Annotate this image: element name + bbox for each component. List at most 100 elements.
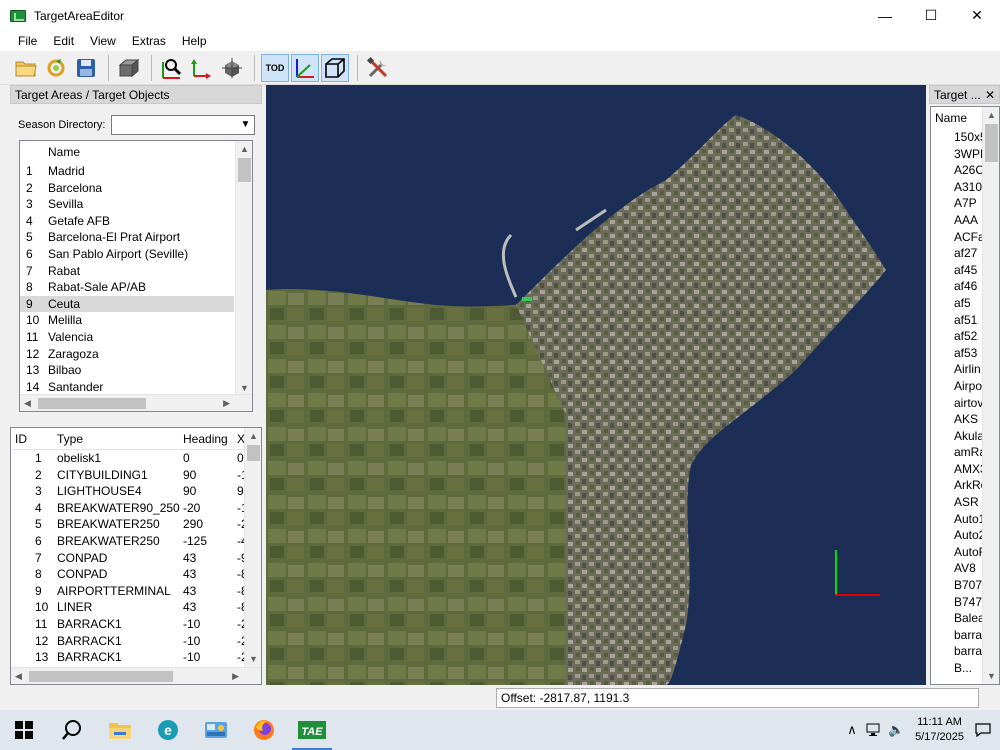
firefox-button[interactable] [240, 710, 288, 750]
area-list-item[interactable]: 12 Zaragoza [20, 346, 234, 363]
areas-rows: 1 Madrid 2 Barcelona 3 Sevilla 4 Getafe AFB 5 Bar… [20, 163, 252, 395]
menu-edit[interactable]: Edit [45, 31, 82, 51]
time-of-day-button[interactable]: TOD [261, 53, 289, 82]
catalog-list[interactable]: Name 150x5 3WPE A26C A310 A7P AAA ACFa af27 af45… [930, 106, 1000, 685]
open-folder-button[interactable] [12, 54, 40, 82]
area-list-item[interactable]: 1 Madrid [20, 163, 234, 180]
wireframe-box-button[interactable] [321, 53, 349, 82]
area-list-item[interactable]: 11 Valencia [20, 329, 234, 346]
object-table-row[interactable]: 11 BARRACK1 -10 -2 [11, 616, 261, 633]
scroll-down-icon[interactable]: ▼ [987, 671, 996, 681]
scrollbar-thumb[interactable] [247, 445, 260, 461]
close-button[interactable]: ✕ [954, 0, 1000, 31]
search-button[interactable] [48, 710, 96, 750]
object-box-button[interactable] [115, 54, 143, 82]
area-list-item[interactable]: 7 Rabat [20, 263, 234, 280]
heading-column-header[interactable]: Heading [183, 428, 237, 449]
chevron-down-icon[interactable]: ▼ [241, 119, 251, 130]
type-column-header[interactable]: Type [57, 428, 183, 449]
edge-browser-button[interactable]: e [144, 710, 192, 750]
objects-vertical-scrollbar[interactable]: ▲ ▼ [244, 428, 261, 667]
axes-arrows-button[interactable] [188, 54, 216, 82]
object-table-row[interactable]: 4 BREAKWATER90_250 -20 -1 [11, 500, 261, 517]
objects-horizontal-scrollbar[interactable]: ◀ ▶ [11, 667, 261, 684]
scroll-down-icon[interactable]: ▼ [249, 654, 258, 664]
catalog-vertical-scrollbar[interactable]: ▲ ▼ [982, 107, 999, 684]
scroll-up-icon[interactable]: ▲ [987, 110, 996, 120]
object-table-row[interactable]: 9 AIRPORTTERMINAL 43 -8 [11, 583, 261, 600]
menu-view[interactable]: View [82, 31, 124, 51]
tools-button[interactable] [364, 54, 392, 82]
object-table-row[interactable]: 10 LINER 43 -8 [11, 599, 261, 616]
scroll-left-icon[interactable]: ◀ [15, 671, 22, 682]
maximize-button[interactable]: ☐ [908, 0, 954, 31]
close-icon[interactable]: ✕ [985, 86, 995, 103]
move-object-button[interactable] [218, 54, 246, 82]
zoom-axes-button[interactable] [158, 54, 186, 82]
area-list-item[interactable]: 9 Ceuta [20, 295, 234, 313]
object-table-row[interactable]: 13 BARRACK1 -10 -2 [11, 649, 261, 666]
scroll-right-icon[interactable]: ▶ [223, 398, 230, 409]
network-icon[interactable] [863, 723, 885, 737]
scrollbar-thumb[interactable] [29, 671, 173, 682]
object-table-row[interactable]: 1 obelisk1 0 0 [11, 450, 261, 467]
satellite-map[interactable] [266, 85, 926, 685]
target-areas-list[interactable]: Name 1 Madrid 2 Barcelona 3 Sevilla 4 Getafe AF… [19, 140, 253, 412]
save-button[interactable] [72, 54, 100, 82]
area-name: Barcelona [48, 180, 103, 195]
svg-text:e: e [164, 722, 172, 738]
menu-extras[interactable]: Extras [124, 31, 174, 51]
area-list-item[interactable]: 10 Melilla [20, 312, 234, 329]
scroll-up-icon[interactable]: ▲ [240, 144, 249, 154]
scrollbar-thumb[interactable] [985, 124, 998, 162]
scrollbar-thumb[interactable] [38, 398, 146, 409]
object-table-row[interactable]: 2 CITYBUILDING1 90 -1 [11, 467, 261, 484]
area-list-item[interactable]: 3 Sevilla [20, 196, 234, 213]
file-explorer-button[interactable] [96, 710, 144, 750]
name-column-header[interactable]: Name [48, 141, 252, 163]
minimize-button[interactable]: — [862, 0, 908, 31]
area-list-item[interactable]: 14 Santander [20, 379, 234, 396]
object-table-row[interactable]: 3LIGHTHOUSE49098 [11, 483, 261, 500]
chevron-up-icon[interactable]: ∧ [841, 722, 863, 738]
scroll-right-icon[interactable]: ▶ [232, 671, 239, 682]
control-panel-button[interactable] [192, 710, 240, 750]
area-list-item[interactable]: 8 Rabat-Sale AP/AB [20, 279, 234, 296]
object-heading: 90 [183, 484, 197, 499]
system-tray: ∧ 🔈 11:11 AM 5/17/2025 [841, 710, 1000, 750]
menu-file[interactable]: File [10, 31, 45, 51]
object-table-row[interactable]: 6 BREAKWATER250 -125 -4 [11, 533, 261, 550]
area-list-item[interactable]: 4 Getafe AFB [20, 213, 234, 230]
season-directory-select[interactable]: ▼ [111, 115, 256, 135]
axes-arrows-icon [191, 58, 211, 79]
object-table-row[interactable]: 7 CONPAD 43 -9 [11, 550, 261, 567]
menu-help[interactable]: Help [174, 31, 215, 51]
object-table-row[interactable]: 12 BARRACK1 -10 -2 [11, 633, 261, 650]
scroll-left-icon[interactable]: ◀ [24, 398, 31, 409]
season-directory-label: Season Directory: [18, 119, 106, 131]
area-list-item[interactable]: 6 San Pablo Airport (Seville) [20, 246, 234, 263]
areas-horizontal-scrollbar[interactable]: ◀ ▶ [20, 394, 252, 411]
notifications-icon[interactable] [972, 722, 994, 738]
scroll-down-icon[interactable]: ▼ [240, 383, 249, 393]
volume-icon[interactable]: 🔈 [885, 722, 907, 738]
id-column-header[interactable]: ID [11, 428, 57, 449]
area-list-item[interactable]: 5 Barcelona-El Prat Airport [20, 229, 234, 246]
show-axes-button[interactable] [291, 53, 319, 82]
scroll-up-icon[interactable]: ▲ [249, 431, 258, 441]
clock[interactable]: 11:11 AM 5/17/2025 [915, 715, 964, 745]
start-button[interactable] [0, 710, 48, 750]
reload-button[interactable] [42, 54, 70, 82]
area-list-item[interactable]: 2 Barcelona [20, 180, 234, 197]
area-number: 5 [26, 230, 33, 245]
object-table-row[interactable]: 5 BREAKWATER250 290 -2 [11, 516, 261, 533]
scrollbar-thumb[interactable] [238, 158, 251, 182]
target-area-editor-taskbar-button[interactable]: TAE [288, 710, 336, 750]
tools-icon [366, 56, 388, 77]
map-viewport[interactable] [266, 85, 926, 685]
target-objects-table[interactable]: ID Type Heading X 1 obelisk1 0 0 2 CITYBUILDI… [10, 427, 262, 685]
object-type: CONPAD [57, 550, 108, 565]
area-list-item[interactable]: 13 Bilbao [20, 362, 234, 379]
areas-vertical-scrollbar[interactable]: ▲ ▼ [235, 141, 252, 396]
object-table-row[interactable]: 8 CONPAD 43 -8 [11, 566, 261, 583]
